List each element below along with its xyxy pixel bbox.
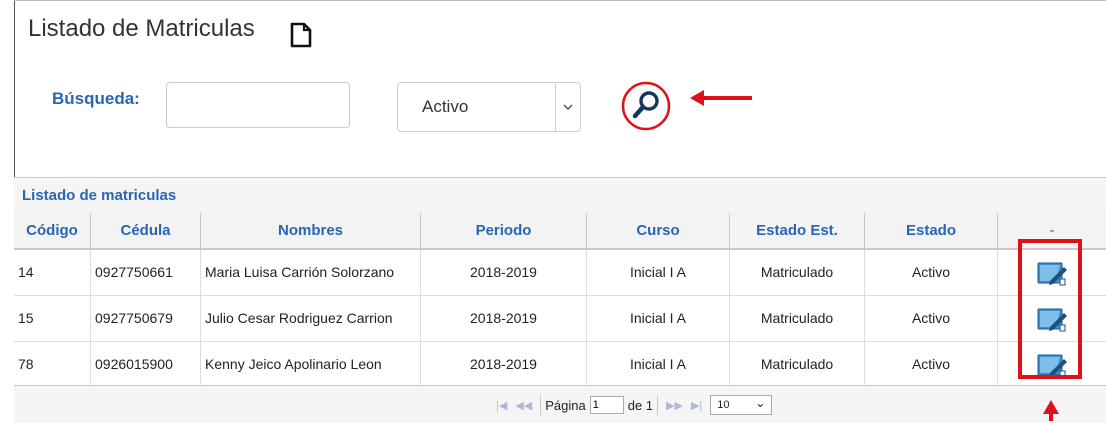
- column-header-codigo[interactable]: Código: [14, 213, 91, 248]
- prev-page-icon[interactable]: ◀◀: [515, 399, 532, 412]
- cell-periodo: 2018-2019: [421, 296, 587, 341]
- page-count-label: de 1: [627, 397, 654, 413]
- annotation-arrow-left-icon: [690, 90, 752, 106]
- annotation-highlight-box: [1018, 239, 1082, 379]
- cell-cedula: 0927750661: [91, 250, 201, 295]
- cell-cedula: 0926015900: [91, 342, 201, 387]
- cell-estado: Activo: [865, 342, 998, 387]
- pager-controls: |◀ ◀◀ Página de 1 ▶▶ ▶| 10 ⌄: [492, 394, 773, 416]
- table-row[interactable]: 78 0926015900 Kenny Jeico Apolinario Leo…: [14, 342, 1106, 388]
- grid-caption: Listado de matriculas: [14, 178, 1106, 214]
- cell-curso: Inicial I A: [587, 250, 730, 295]
- column-header-curso[interactable]: Curso: [587, 213, 730, 248]
- grid-header: Código Cédula Nombres Periodo Curso Esta…: [14, 213, 1106, 250]
- grid-caption-text: Listado de matriculas: [22, 187, 177, 204]
- chevron-down-icon: ⌄: [755, 396, 766, 410]
- cell-periodo: 2018-2019: [421, 250, 587, 295]
- pager-separator: [657, 395, 659, 415]
- pager-separator: [540, 395, 542, 415]
- frame-top-border: [14, 0, 1106, 1]
- cell-estado-est: Matriculado: [730, 296, 865, 341]
- status-select[interactable]: Activo: [397, 82, 581, 132]
- page-size-value: 10: [717, 399, 730, 411]
- cell-estado-est: Matriculado: [730, 342, 865, 387]
- cell-nombres: Julio Cesar Rodriguez Carrion: [201, 296, 421, 341]
- column-header-cedula[interactable]: Cédula: [91, 213, 201, 248]
- table-row[interactable]: 14 0927750661 Maria Luisa Carrión Solorz…: [14, 250, 1106, 296]
- column-header-estado[interactable]: Estado: [865, 213, 998, 248]
- cell-estado: Activo: [865, 250, 998, 295]
- annotation-arrow-up-icon: [1043, 400, 1059, 421]
- cell-cedula: 0927750679: [91, 296, 201, 341]
- status-select-value: Activo: [422, 97, 469, 116]
- cell-codigo: 14: [14, 250, 91, 295]
- last-page-icon[interactable]: ▶|: [691, 399, 702, 412]
- search-label: Búsqueda:: [52, 89, 140, 108]
- cell-nombres: Kenny Jeico Apolinario Leon: [201, 342, 421, 387]
- cell-codigo: 15: [14, 296, 91, 341]
- cell-curso: Inicial I A: [587, 342, 730, 387]
- enrollment-grid: Listado de matriculas Código Cédula Nomb…: [14, 177, 1106, 423]
- column-header-nombres[interactable]: Nombres: [201, 213, 421, 248]
- cell-periodo: 2018-2019: [421, 342, 587, 387]
- column-header-periodo[interactable]: Periodo: [421, 213, 587, 248]
- cell-codigo: 78: [14, 342, 91, 387]
- app-frame: Listado de Matriculas Búsqueda: Activo L…: [0, 0, 1106, 423]
- chevron-down-icon[interactable]: [555, 83, 580, 131]
- page-label: Página: [545, 397, 586, 413]
- next-page-icon[interactable]: ▶▶: [666, 399, 683, 412]
- new-document-icon[interactable]: [290, 22, 312, 48]
- cell-estado: Activo: [865, 296, 998, 341]
- column-header-estado-est[interactable]: Estado Est.: [730, 213, 865, 248]
- first-page-icon[interactable]: |◀: [496, 399, 507, 412]
- page-title: Listado de Matriculas: [28, 15, 255, 42]
- cell-curso: Inicial I A: [587, 296, 730, 341]
- pager: |◀ ◀◀ Página de 1 ▶▶ ▶| 10 ⌄: [14, 385, 1106, 423]
- search-button[interactable]: [620, 80, 672, 132]
- search-input[interactable]: [166, 82, 350, 128]
- page-size-select[interactable]: 10 ⌄: [710, 395, 773, 415]
- page-number-input[interactable]: [589, 396, 624, 414]
- cell-nombres: Maria Luisa Carrión Solorzano: [201, 250, 421, 295]
- cell-estado-est: Matriculado: [730, 250, 865, 295]
- table-row[interactable]: 15 0927750679 Julio Cesar Rodriguez Carr…: [14, 296, 1106, 342]
